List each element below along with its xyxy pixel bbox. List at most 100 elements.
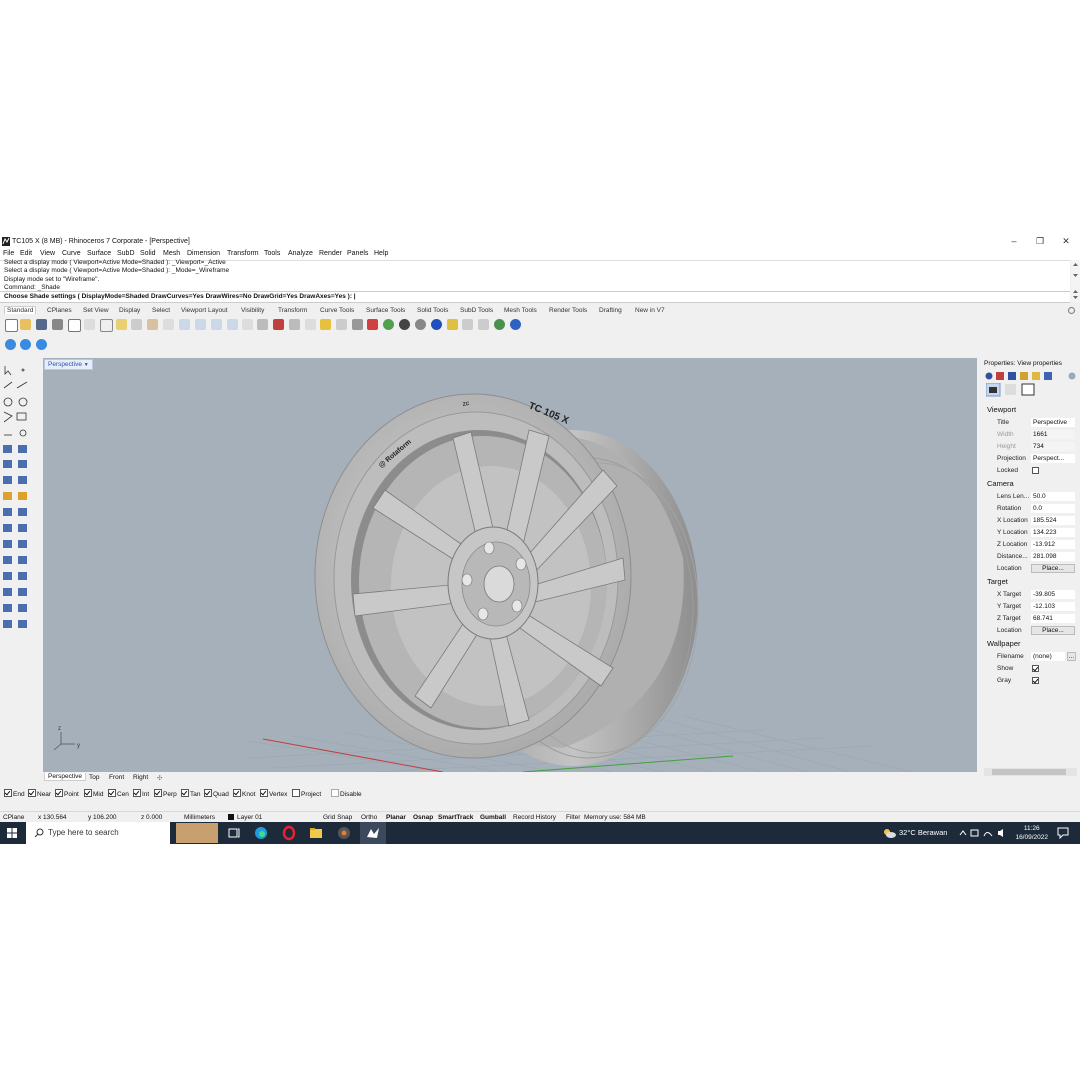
tab-standard[interactable]: Standard bbox=[4, 306, 37, 314]
perspective-viewport[interactable]: TC 105 X @ Rotaform ZC z y Perspective ▼ bbox=[43, 358, 977, 772]
osnap-near[interactable]: Near bbox=[28, 789, 51, 798]
panel-scroll-thumb[interactable] bbox=[992, 769, 1066, 775]
osnap-tan[interactable]: Tan bbox=[181, 789, 200, 798]
web-icon[interactable] bbox=[494, 319, 505, 330]
command-icon[interactable] bbox=[478, 319, 489, 330]
target-place-button[interactable]: Place... bbox=[1031, 626, 1075, 635]
osnap-project[interactable]: Project bbox=[292, 789, 321, 798]
tab-set-view[interactable]: Set View bbox=[83, 307, 109, 314]
osnap-end[interactable]: End bbox=[4, 789, 25, 798]
menu-file[interactable]: File bbox=[3, 250, 14, 257]
tab-display[interactable]: Display bbox=[119, 307, 140, 314]
tab-front[interactable]: Front bbox=[109, 774, 124, 781]
close-button[interactable]: ✕ bbox=[1056, 236, 1076, 248]
menu-tools[interactable]: Tools bbox=[264, 250, 280, 257]
osnap-perp-checkbox[interactable] bbox=[154, 789, 162, 797]
layer-selector[interactable]: Layer 01 bbox=[237, 814, 262, 821]
new-file-icon[interactable] bbox=[5, 319, 18, 332]
undo-view-icon[interactable] bbox=[242, 319, 253, 330]
undo-icon[interactable] bbox=[131, 319, 142, 330]
add-view-tab-icon[interactable]: ✣ bbox=[157, 774, 162, 782]
tab-mesh-tools[interactable]: Mesh Tools bbox=[504, 307, 537, 314]
zoom-extents-icon[interactable] bbox=[211, 319, 222, 330]
gray-checkbox[interactable] bbox=[1032, 677, 1039, 684]
material-icon[interactable] bbox=[367, 319, 378, 330]
windows-start-icon[interactable] bbox=[7, 828, 17, 838]
ghost-icon[interactable] bbox=[305, 319, 316, 330]
four-view-icon[interactable] bbox=[257, 319, 268, 330]
menu-edit[interactable]: Edit bbox=[20, 250, 32, 257]
osnap-end-checkbox[interactable] bbox=[4, 789, 12, 797]
options-icon[interactable] bbox=[462, 319, 473, 330]
y-location-field[interactable]: 134.223 bbox=[1031, 528, 1075, 537]
filename-field[interactable]: (none) bbox=[1031, 652, 1065, 661]
tab-visibility[interactable]: Visibility bbox=[241, 307, 264, 314]
x-target-field[interactable]: -39.805 bbox=[1031, 590, 1075, 599]
menu-solid[interactable]: Solid bbox=[140, 250, 156, 257]
osnap-mid-checkbox[interactable] bbox=[84, 789, 92, 797]
system-tray-icons[interactable] bbox=[958, 828, 1006, 838]
menu-transform[interactable]: Transform bbox=[227, 250, 259, 257]
tab-render-tools[interactable]: Render Tools bbox=[549, 307, 587, 314]
osnap-near-checkbox[interactable] bbox=[28, 789, 36, 797]
tab-right[interactable]: Right bbox=[133, 774, 148, 781]
menu-view[interactable]: View bbox=[40, 250, 55, 257]
rotate-view-icon[interactable] bbox=[163, 319, 174, 330]
import-icon[interactable] bbox=[68, 319, 81, 332]
bulb-icon[interactable] bbox=[336, 319, 347, 330]
osnap-int[interactable]: Int bbox=[133, 789, 149, 798]
smarttrack-toggle[interactable]: SmartTrack bbox=[438, 814, 473, 821]
browse-button[interactable]: ... bbox=[1067, 652, 1076, 661]
tab-perspective[interactable]: Perspective bbox=[44, 773, 86, 781]
open-file-icon[interactable] bbox=[20, 319, 31, 330]
tab-subd-tools[interactable]: SubD Tools bbox=[460, 307, 493, 314]
y-target-field[interactable]: -12.103 bbox=[1031, 602, 1075, 611]
file-explorer-icon[interactable] bbox=[308, 825, 324, 841]
viewport-name[interactable]: Perspective bbox=[48, 361, 82, 368]
select-icon[interactable] bbox=[289, 319, 300, 330]
osnap-quad[interactable]: Quad bbox=[204, 789, 229, 798]
car-icon[interactable] bbox=[273, 319, 284, 330]
cut-icon[interactable] bbox=[84, 319, 95, 330]
distance-field[interactable]: 281.098 bbox=[1031, 552, 1075, 561]
osnap-toggle[interactable]: Osnap bbox=[413, 814, 433, 821]
panel-scrollbar[interactable] bbox=[984, 768, 1077, 776]
title-field[interactable]: Perspective bbox=[1031, 418, 1075, 427]
taskbar-search[interactable]: Type here to search bbox=[26, 822, 218, 844]
osnap-vertex-checkbox[interactable] bbox=[260, 789, 268, 797]
shaded-sphere-icon[interactable] bbox=[415, 319, 426, 330]
panel-tab-icons[interactable] bbox=[984, 371, 1080, 381]
osnap-tan-checkbox[interactable] bbox=[181, 789, 189, 797]
rhino-taskbar-icon[interactable] bbox=[365, 825, 381, 841]
weather-text[interactable]: 32°C Berawan bbox=[899, 828, 947, 837]
menu-surface[interactable]: Surface bbox=[87, 250, 111, 257]
rotation-field[interactable]: 0.0 bbox=[1031, 504, 1075, 513]
snap-icon[interactable] bbox=[20, 339, 31, 350]
edge-browser-icon[interactable] bbox=[253, 825, 269, 841]
pan-hand-icon[interactable] bbox=[147, 319, 158, 330]
menu-help[interactable]: Help bbox=[374, 250, 388, 257]
tool-palette-icons[interactable] bbox=[0, 360, 42, 780]
media-player-icon[interactable] bbox=[336, 825, 352, 841]
viewport-title[interactable]: Perspective ▼ bbox=[44, 359, 93, 370]
osnap-mid[interactable]: Mid bbox=[84, 789, 103, 798]
osnap-disable[interactable]: Disable bbox=[331, 789, 362, 798]
tab-curve-tools[interactable]: Curve Tools bbox=[320, 307, 354, 314]
wheel-model[interactable]: TC 105 X @ Rotaform ZC z y bbox=[43, 358, 977, 772]
osnap-perp[interactable]: Perp bbox=[154, 789, 177, 798]
print-icon[interactable] bbox=[52, 319, 63, 330]
grid-snap-toggle[interactable]: Grid Snap bbox=[323, 814, 352, 821]
projection-select[interactable]: Perspect... bbox=[1031, 454, 1075, 463]
filter-toggle[interactable]: Filter bbox=[566, 814, 580, 821]
tab-viewport-layout[interactable]: Viewport Layout bbox=[181, 307, 228, 314]
planar-toggle[interactable]: Planar bbox=[386, 814, 406, 821]
osnap-cen-checkbox[interactable] bbox=[108, 789, 116, 797]
tab-transform[interactable]: Transform bbox=[278, 307, 307, 314]
tab-new-in-v7[interactable]: New in V7 bbox=[635, 307, 665, 314]
save-icon[interactable] bbox=[36, 319, 47, 330]
locked-checkbox[interactable] bbox=[1032, 467, 1039, 474]
chevron-down-icon[interactable]: ▼ bbox=[84, 362, 89, 368]
search-placeholder[interactable]: Type here to search bbox=[48, 828, 119, 837]
tab-top[interactable]: Top bbox=[89, 774, 99, 781]
z-location-field[interactable]: -13.912 bbox=[1031, 540, 1075, 549]
